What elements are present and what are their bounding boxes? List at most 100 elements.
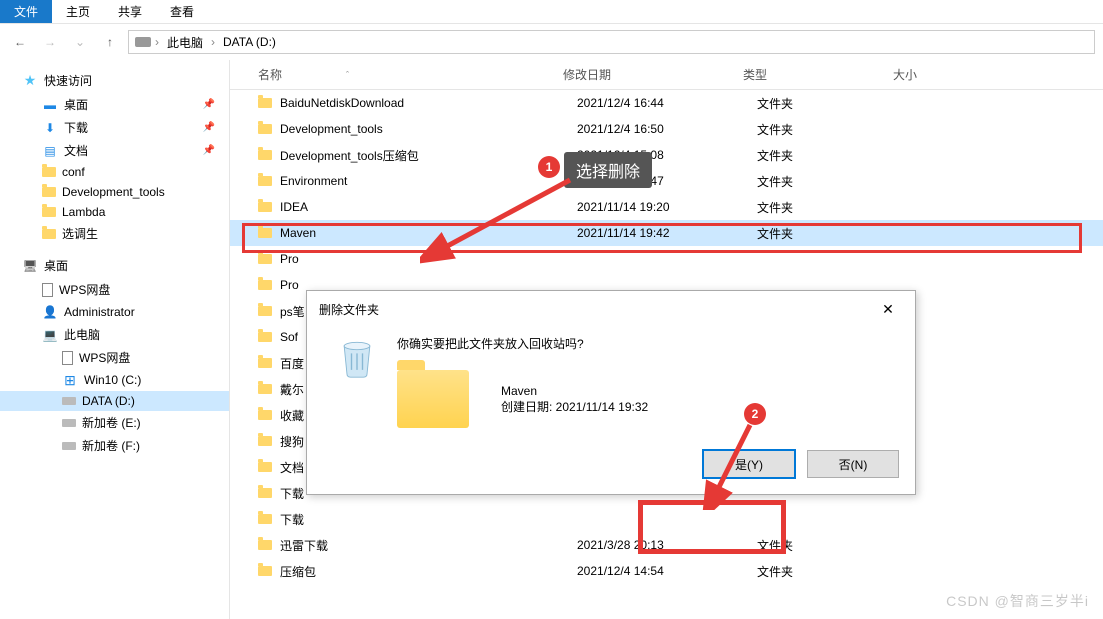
address-bar[interactable]: › 此电脑 › DATA (D:) bbox=[128, 30, 1095, 54]
sidebar-item-c[interactable]: Win10 (C:) bbox=[0, 369, 229, 391]
col-name[interactable]: 名称ˆ bbox=[258, 66, 563, 83]
star-icon bbox=[22, 73, 38, 89]
sidebar-label: 快速访问 bbox=[44, 72, 92, 89]
sidebar-item-lambda[interactable]: Lambda bbox=[0, 202, 229, 222]
file-row[interactable]: BaiduNetdiskDownload 2021/12/4 16:44 文件夹 bbox=[230, 90, 1103, 116]
download-icon bbox=[42, 120, 58, 136]
no-button[interactable]: 否(N) bbox=[807, 450, 899, 478]
sidebar-item-wps[interactable]: WPS网盘 bbox=[0, 278, 229, 301]
nav-forward-icon[interactable]: → bbox=[38, 30, 62, 54]
file-row[interactable]: Maven 2021/11/14 19:42 文件夹 bbox=[230, 220, 1103, 246]
step-badge-1: 1 bbox=[538, 156, 560, 178]
folder-icon bbox=[42, 229, 56, 239]
menu-share[interactable]: 共享 bbox=[104, 0, 156, 23]
sidebar-desktop[interactable]: 桌面 bbox=[0, 253, 229, 278]
sidebar-item-documents[interactable]: 文档📌 bbox=[0, 139, 229, 162]
column-headers: 名称ˆ 修改日期 类型 大小 bbox=[230, 60, 1103, 90]
file-row[interactable]: IDEA 2021/11/14 19:20 文件夹 bbox=[230, 194, 1103, 220]
folder-icon bbox=[258, 332, 272, 342]
doc-icon bbox=[42, 143, 58, 159]
crumb-drive[interactable]: DATA (D:) bbox=[219, 33, 280, 51]
highlight-yes-button bbox=[638, 500, 786, 554]
folder-icon bbox=[258, 124, 272, 134]
file-name: 迅雷下载 bbox=[280, 537, 577, 554]
pin-icon: 📌 bbox=[203, 145, 215, 156]
file-date: 2021/12/4 16:44 bbox=[577, 96, 757, 110]
file-date: 2021/11/14 19:20 bbox=[577, 200, 757, 214]
file-date: 2021/11/14 19:42 bbox=[577, 226, 757, 240]
folder-icon bbox=[258, 254, 272, 264]
user-icon bbox=[42, 304, 58, 320]
file-row[interactable]: Development_tools压缩包 2021/12/4 15:08 文件夹 bbox=[230, 142, 1103, 168]
nav-back-icon[interactable]: ← bbox=[8, 30, 32, 54]
folder-icon bbox=[258, 150, 272, 160]
folder-icon bbox=[258, 410, 272, 420]
menu-file[interactable]: 文件 bbox=[0, 0, 52, 23]
file-type: 文件夹 bbox=[757, 173, 907, 190]
pin-icon: 📌 bbox=[203, 99, 215, 110]
sidebar-item-e[interactable]: 新加卷 (E:) bbox=[0, 411, 229, 434]
folder-icon bbox=[258, 202, 272, 212]
col-date[interactable]: 修改日期 bbox=[563, 66, 743, 83]
chevron-right-icon: › bbox=[211, 35, 215, 49]
nav-history-icon[interactable]: ⌄ bbox=[68, 30, 92, 54]
sidebar-item-conf[interactable]: conf bbox=[0, 162, 229, 182]
windows-icon bbox=[62, 372, 78, 388]
file-row[interactable]: 压缩包 2021/12/4 14:54 文件夹 bbox=[230, 558, 1103, 584]
close-icon[interactable]: ✕ bbox=[873, 299, 903, 319]
menu-view[interactable]: 查看 bbox=[156, 0, 208, 23]
menu-home[interactable]: 主页 bbox=[52, 0, 104, 23]
file-type: 文件夹 bbox=[757, 95, 907, 112]
sidebar-item-xds[interactable]: 选调生 bbox=[0, 222, 229, 245]
yes-button[interactable]: 是(Y) bbox=[703, 450, 795, 478]
delete-dialog: 删除文件夹 ✕ 你确实要把此文件夹放入回收站吗? Maven 创建日期: 202… bbox=[306, 290, 916, 495]
sidebar-item-d[interactable]: DATA (D:) bbox=[0, 391, 229, 411]
folder-icon bbox=[258, 176, 272, 186]
file-name: BaiduNetdiskDownload bbox=[280, 96, 577, 110]
sidebar-item-wps2[interactable]: WPS网盘 bbox=[0, 346, 229, 369]
chevron-right-icon: › bbox=[155, 35, 159, 49]
file-name: Development_tools压缩包 bbox=[280, 147, 577, 164]
file-row[interactable]: Environment 2021/12/4 17:47 文件夹 bbox=[230, 168, 1103, 194]
folder-icon bbox=[258, 462, 272, 472]
sort-arrow-icon: ˆ bbox=[346, 70, 349, 80]
sidebar-quick-access[interactable]: 快速访问 bbox=[0, 68, 229, 93]
file-row[interactable]: Pro bbox=[230, 246, 1103, 272]
folder-icon bbox=[258, 540, 272, 550]
folder-icon bbox=[258, 436, 272, 446]
folder-icon bbox=[258, 514, 272, 524]
sidebar-item-admin[interactable]: Administrator bbox=[0, 301, 229, 323]
page-icon bbox=[42, 283, 53, 297]
sidebar-item-f[interactable]: 新加卷 (F:) bbox=[0, 434, 229, 457]
dialog-question: 你确实要把此文件夹放入回收站吗? bbox=[397, 335, 895, 352]
pc-icon bbox=[42, 327, 58, 343]
watermark: CSDN @智商三岁半i bbox=[946, 591, 1089, 611]
dialog-item-name: Maven bbox=[501, 384, 648, 398]
drive-icon bbox=[135, 37, 151, 47]
sidebar-item-desktop[interactable]: 桌面📌 bbox=[0, 93, 229, 116]
step-badge-2: 2 bbox=[744, 403, 766, 425]
sidebar-item-downloads[interactable]: 下载📌 bbox=[0, 116, 229, 139]
file-date: 2021/12/4 14:54 bbox=[577, 564, 757, 578]
folder-icon bbox=[258, 228, 272, 238]
sidebar-item-devtools[interactable]: Development_tools bbox=[0, 182, 229, 202]
nav-up-icon[interactable]: ↑ bbox=[98, 30, 122, 54]
folder-icon bbox=[258, 358, 272, 368]
file-row[interactable]: Development_tools 2021/12/4 16:50 文件夹 bbox=[230, 116, 1103, 142]
disk-icon bbox=[62, 419, 76, 427]
folder-icon bbox=[258, 384, 272, 394]
page-icon bbox=[62, 351, 73, 365]
folder-icon bbox=[258, 306, 272, 316]
folder-icon bbox=[42, 207, 56, 217]
sidebar-item-thispc[interactable]: 此电脑 bbox=[0, 323, 229, 346]
file-name: Maven bbox=[280, 226, 577, 240]
file-name: Pro bbox=[280, 252, 577, 266]
folder-icon bbox=[258, 488, 272, 498]
col-size[interactable]: 大小 bbox=[893, 66, 993, 83]
crumb-pc[interactable]: 此电脑 bbox=[163, 32, 207, 53]
sidebar: 快速访问 桌面📌 下载📌 文档📌 conf Development_tools … bbox=[0, 60, 230, 619]
folder-icon bbox=[42, 187, 56, 197]
file-name: 下载 bbox=[280, 511, 577, 528]
nav-bar: ← → ⌄ ↑ › 此电脑 › DATA (D:) bbox=[0, 24, 1103, 60]
col-type[interactable]: 类型 bbox=[743, 66, 893, 83]
